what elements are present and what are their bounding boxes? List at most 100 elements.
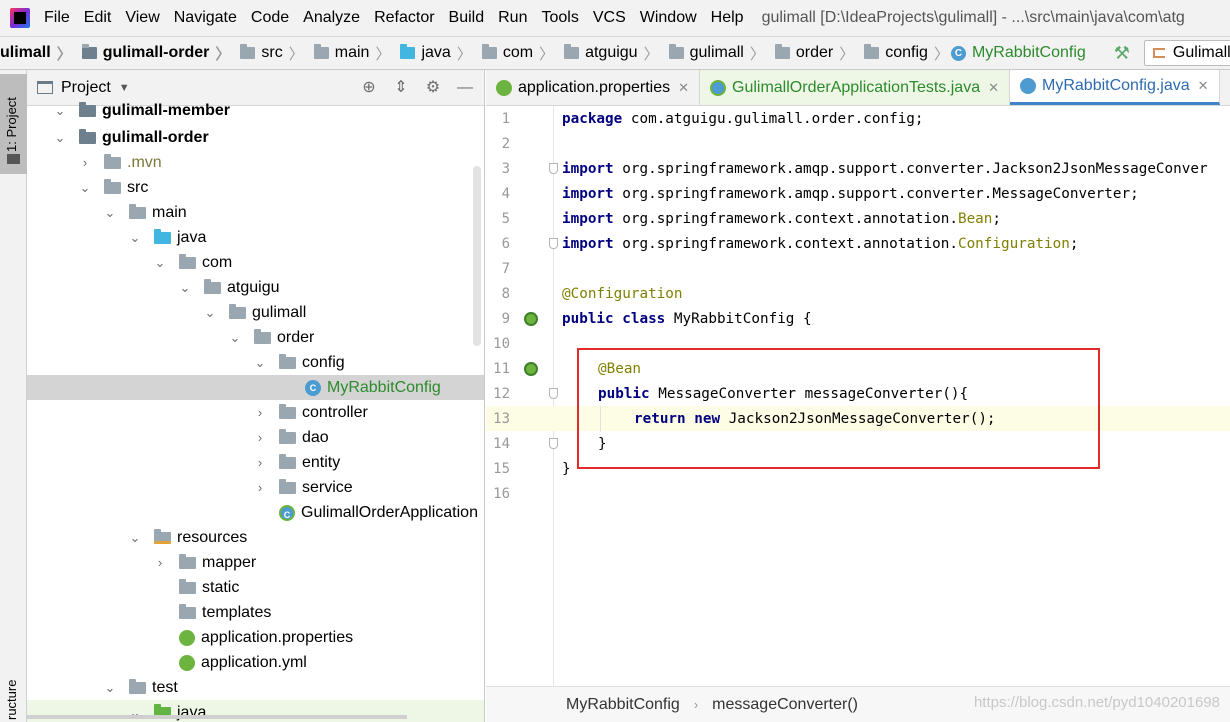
tree-node[interactable]: C GulimallOrderApplication <box>27 500 484 525</box>
source-folder-icon <box>154 228 171 244</box>
chevron-down-icon[interactable]: ⌄ <box>228 330 242 346</box>
gear-icon[interactable]: ⚙ <box>422 77 444 99</box>
tree-node[interactable]: application.properties <box>27 625 484 650</box>
tree-node-label: order <box>277 328 315 346</box>
tree-node[interactable]: ⌄ config <box>27 350 484 375</box>
fold-marker-icon[interactable] <box>549 163 558 174</box>
chevron-down-icon[interactable]: ⌄ <box>103 680 117 696</box>
dropdown-caret-icon[interactable]: ▼ <box>119 82 130 94</box>
close-icon[interactable]: ✕ <box>988 80 999 96</box>
chevron-down-icon[interactable]: ⌄ <box>203 305 217 321</box>
tree-node[interactable]: application.yml <box>27 650 484 675</box>
tree-node[interactable]: ⌄ resources <box>27 525 484 550</box>
menu-code[interactable]: Code <box>251 9 289 27</box>
chevron-down-icon[interactable]: ⌄ <box>178 280 192 296</box>
breadcrumb-class[interactable]: MyRabbitConfig <box>566 696 680 714</box>
chevron-down-icon[interactable]: ⌄ <box>128 530 142 546</box>
chevron-down-icon[interactable]: ⌄ <box>78 180 92 196</box>
fold-marker-icon[interactable] <box>549 388 558 399</box>
close-icon[interactable]: ✕ <box>678 80 689 96</box>
tree-node[interactable]: ⌄ gulimall <box>27 300 484 325</box>
crumb-class[interactable]: C MyRabbitConfig <box>950 44 1086 62</box>
chevron-down-icon[interactable]: ⌄ <box>103 205 117 221</box>
crumb-gulimall[interactable]: gulimall 〉 <box>661 43 767 64</box>
locate-target-icon[interactable]: ⊕ <box>358 77 380 99</box>
vertical-scrollbar[interactable] <box>473 166 481 346</box>
spring-bean-gutter-icon[interactable] <box>524 311 538 326</box>
crumb-config[interactable]: config 〉 <box>856 43 951 64</box>
chevron-right-icon[interactable]: › <box>253 405 267 420</box>
chevron-right-icon[interactable]: › <box>253 430 267 445</box>
tree-node[interactable]: ⌄ main <box>27 200 484 225</box>
chevron-down-icon[interactable]: ⌄ <box>53 130 67 146</box>
horizontal-scrollbar[interactable] <box>27 715 407 719</box>
menu-view[interactable]: View <box>125 9 159 27</box>
menu-window[interactable]: Window <box>640 9 697 27</box>
tree-node[interactable]: ⌄ order <box>27 325 484 350</box>
code-editor[interactable]: 1 package com.atguigu.gulimall.order.con… <box>486 106 1230 686</box>
tree-node[interactable]: ⌄ atguigu <box>27 275 484 300</box>
menu-build[interactable]: Build <box>449 9 485 27</box>
tab-order-application-tests[interactable]: GulimallOrderApplicationTests.java ✕ <box>700 70 1011 105</box>
tree-node[interactable]: › mapper <box>27 550 484 575</box>
tree-node[interactable]: › entity <box>27 450 484 475</box>
chevron-right-icon[interactable]: › <box>153 555 167 570</box>
chevron-down-icon[interactable]: ⌄ <box>153 255 167 271</box>
project-tool-window-tab[interactable]: 1: Project <box>0 74 27 174</box>
chevron-down-icon[interactable]: ⌄ <box>53 103 67 119</box>
tab-application-properties[interactable]: application.properties ✕ <box>486 70 700 105</box>
tree-node[interactable]: ⌄ src <box>27 175 484 200</box>
fold-marker-icon[interactable] <box>549 238 558 249</box>
menu-refactor[interactable]: Refactor <box>374 9 434 27</box>
tree-node[interactable]: ⌄ com <box>27 250 484 275</box>
tree-node[interactable]: ⌄ test <box>27 675 484 700</box>
menu-analyze[interactable]: Analyze <box>303 9 360 27</box>
collapse-all-icon[interactable]: ⇕ <box>390 77 412 99</box>
menu-file[interactable]: File <box>44 9 70 27</box>
tree-node[interactable]: › dao <box>27 425 484 450</box>
crumb-com[interactable]: com 〉 <box>474 43 556 64</box>
fold-marker-icon[interactable] <box>549 438 558 449</box>
menu-navigate[interactable]: Navigate <box>174 9 237 27</box>
crumb-project[interactable]: ulimall 〉 <box>0 43 74 64</box>
tree-node[interactable]: › .mvn <box>27 150 484 175</box>
chevron-right-icon[interactable]: › <box>253 480 267 495</box>
menu-edit[interactable]: Edit <box>84 9 112 27</box>
tree-node[interactable]: ⌄ gulimall-member <box>27 98 484 123</box>
tree-node[interactable]: ⌄ java <box>27 225 484 250</box>
run-configuration-selector[interactable]: GulimallOrderApplica <box>1143 40 1230 66</box>
chevron-down-icon[interactable]: ⌄ <box>253 355 267 371</box>
crumb-java[interactable]: java 〉 <box>392 43 473 64</box>
project-panel-tools: ⊕ ⇕ ⚙ — <box>348 77 476 99</box>
tree-node[interactable]: › controller <box>27 400 484 425</box>
crumb-atguigu[interactable]: atguigu 〉 <box>556 43 661 64</box>
module-folder-icon <box>79 101 96 117</box>
crumb-main[interactable]: main 〉 <box>306 43 393 64</box>
tree-node[interactable]: ⌄ gulimall-order <box>27 125 484 150</box>
crumb-src[interactable]: src 〉 <box>232 43 305 64</box>
menu-vcs[interactable]: VCS <box>593 9 626 27</box>
breadcrumb-method[interactable]: messageConverter() <box>712 696 858 714</box>
project-panel-title[interactable]: Project <box>61 79 111 97</box>
folder-icon <box>104 178 121 194</box>
chevron-right-icon[interactable]: › <box>253 455 267 470</box>
tree-node-selected[interactable]: C MyRabbitConfig <box>27 375 484 400</box>
chevron-right-icon[interactable]: › <box>78 155 92 170</box>
crumb-module[interactable]: gulimall-order 〉 <box>74 43 233 64</box>
menu-run[interactable]: Run <box>498 9 527 27</box>
code-line: 3 import org.springframework.amqp.suppor… <box>486 156 1230 181</box>
hide-minimize-icon[interactable]: — <box>454 77 476 99</box>
structure-tool-window-tab[interactable]: ructure <box>4 680 19 720</box>
menu-help[interactable]: Help <box>711 9 744 27</box>
chevron-right-icon: 〉 <box>215 45 231 63</box>
tab-my-rabbit-config[interactable]: MyRabbitConfig.java ✕ <box>1010 70 1220 105</box>
spring-bean-gutter-icon[interactable] <box>524 361 538 376</box>
tree-node[interactable]: static <box>27 575 484 600</box>
tree-node[interactable]: › service <box>27 475 484 500</box>
crumb-order[interactable]: order 〉 <box>767 43 856 64</box>
build-hammer-icon[interactable]: ⚒ <box>1114 43 1130 64</box>
chevron-down-icon[interactable]: ⌄ <box>128 230 142 246</box>
tree-node[interactable]: templates <box>27 600 484 625</box>
close-icon[interactable]: ✕ <box>1198 78 1209 94</box>
menu-tools[interactable]: Tools <box>541 9 578 27</box>
